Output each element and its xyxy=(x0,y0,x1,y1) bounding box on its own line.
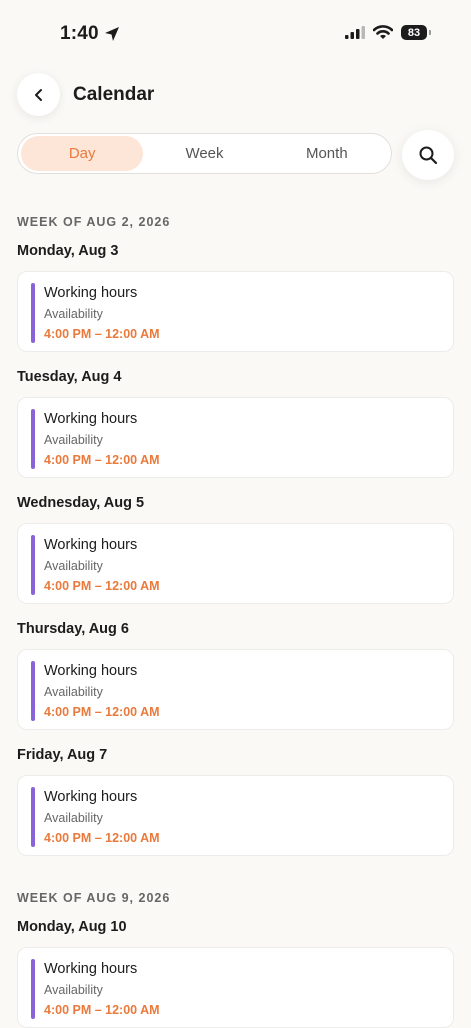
event-time: 4:00 PM – 12:00 AM xyxy=(44,579,160,593)
week-header: WEEK OF AUG 9, 2026 xyxy=(17,891,171,905)
event-time: 4:00 PM – 12:00 AM xyxy=(44,453,160,467)
event-title: Working hours xyxy=(44,789,138,805)
event-color-bar xyxy=(31,959,35,1019)
event-color-bar xyxy=(31,535,35,595)
search-button[interactable] xyxy=(402,130,454,180)
day-block: Tuesday, Aug 4 Working hours Availabilit… xyxy=(17,368,454,478)
signal-icon xyxy=(345,26,365,39)
event-subtitle: Availability xyxy=(44,559,103,573)
location-arrow-icon xyxy=(104,27,119,41)
event-subtitle: Availability xyxy=(44,983,103,997)
event-color-bar xyxy=(31,283,35,343)
chevron-left-icon xyxy=(34,88,42,101)
back-button[interactable] xyxy=(17,73,60,116)
day-title: Thursday, Aug 6 xyxy=(17,621,129,637)
event-color-bar xyxy=(31,661,35,721)
calendar-list: WEEK OF AUG 2, 2026 Monday, Aug 3 Workin… xyxy=(17,214,454,1028)
status-bar: 1:40 83 xyxy=(0,0,471,70)
view-switcher: Day Week Month xyxy=(17,133,392,174)
event-title: Working hours xyxy=(44,663,138,679)
event-title: Working hours xyxy=(44,537,138,553)
event-card[interactable]: Working hours Availability 4:00 PM – 12:… xyxy=(17,649,454,730)
event-subtitle: Availability xyxy=(44,433,103,447)
day-title: Friday, Aug 7 xyxy=(17,747,108,763)
event-color-bar xyxy=(31,787,35,847)
event-time: 4:00 PM – 12:00 AM xyxy=(44,327,160,341)
day-block: Monday, Aug 3 Working hours Availability… xyxy=(17,242,454,352)
search-icon xyxy=(419,146,438,165)
week-block: WEEK OF AUG 9, 2026 Monday, Aug 10 Worki… xyxy=(17,890,454,1028)
event-time: 4:00 PM – 12:00 AM xyxy=(44,831,160,845)
battery-icon: 83 xyxy=(401,25,431,40)
day-block: Friday, Aug 7 Working hours Availability… xyxy=(17,746,454,856)
tab-month[interactable]: Month xyxy=(266,136,388,171)
event-subtitle: Availability xyxy=(44,307,103,321)
event-card[interactable]: Working hours Availability 4:00 PM – 12:… xyxy=(17,271,454,352)
clock-text: 1:40 xyxy=(60,23,99,44)
event-card[interactable]: Working hours Availability 4:00 PM – 12:… xyxy=(17,947,454,1028)
header: Calendar xyxy=(0,70,471,126)
battery-level: 83 xyxy=(407,26,421,39)
tab-day[interactable]: Day xyxy=(21,136,144,171)
tab-week[interactable]: Week xyxy=(143,136,265,171)
day-title: Monday, Aug 3 xyxy=(17,243,119,259)
day-block: Monday, Aug 10 Working hours Availabilit… xyxy=(17,918,454,1028)
wifi-icon xyxy=(373,25,393,39)
day-title: Monday, Aug 10 xyxy=(17,919,127,935)
event-card[interactable]: Working hours Availability 4:00 PM – 12:… xyxy=(17,397,454,478)
week-block: WEEK OF AUG 2, 2026 Monday, Aug 3 Workin… xyxy=(17,214,454,856)
event-subtitle: Availability xyxy=(44,685,103,699)
status-indicators: 83 xyxy=(345,25,431,40)
event-title: Working hours xyxy=(44,961,138,977)
day-block: Wednesday, Aug 5 Working hours Availabil… xyxy=(17,494,454,604)
event-card[interactable]: Working hours Availability 4:00 PM – 12:… xyxy=(17,523,454,604)
event-color-bar xyxy=(31,409,35,469)
status-time: 1:40 xyxy=(60,23,120,45)
week-header: WEEK OF AUG 2, 2026 xyxy=(17,215,171,229)
page-title: Calendar xyxy=(73,84,155,105)
event-card[interactable]: Working hours Availability 4:00 PM – 12:… xyxy=(17,775,454,856)
day-title: Tuesday, Aug 4 xyxy=(17,369,122,385)
day-title: Wednesday, Aug 5 xyxy=(17,495,145,511)
event-title: Working hours xyxy=(44,285,138,301)
event-time: 4:00 PM – 12:00 AM xyxy=(44,1003,160,1017)
day-block: Thursday, Aug 6 Working hours Availabili… xyxy=(17,620,454,730)
event-time: 4:00 PM – 12:00 AM xyxy=(44,705,160,719)
event-title: Working hours xyxy=(44,411,138,427)
event-subtitle: Availability xyxy=(44,811,103,825)
